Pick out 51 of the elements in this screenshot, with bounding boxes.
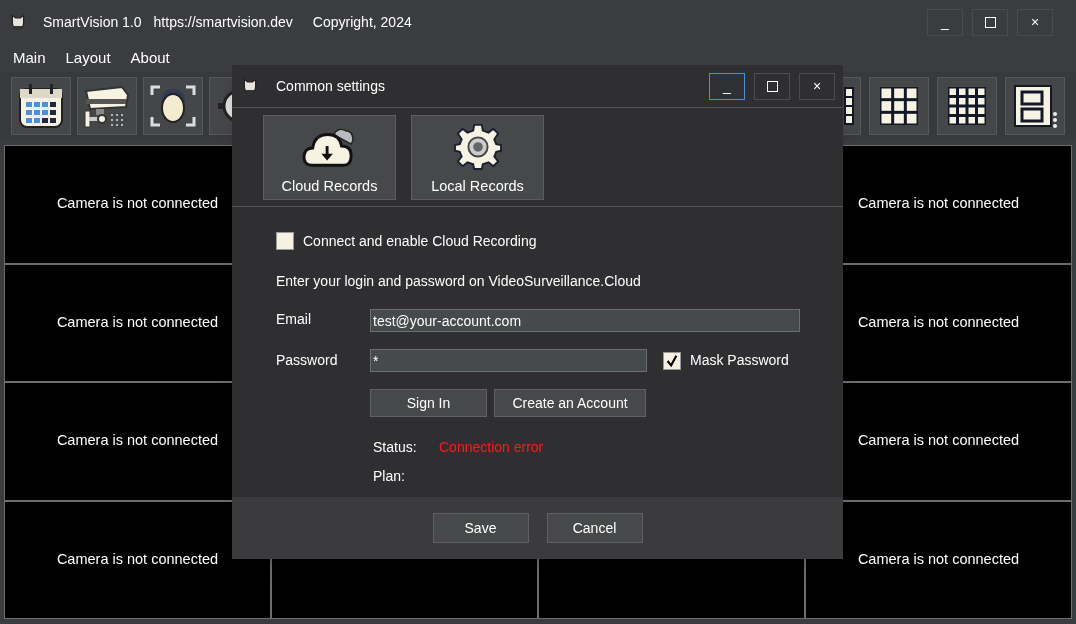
checkbox[interactable] xyxy=(663,351,681,370)
camera-button[interactable] xyxy=(77,77,137,135)
checkbox-label: Connect and enable Cloud Recording xyxy=(303,231,537,251)
status-value: Connection error xyxy=(439,438,544,457)
instructions-text: Enter your login and password on VideoSurveillance.Cloud xyxy=(276,272,641,291)
app-logo-icon xyxy=(242,77,258,95)
menu-item[interactable]: About xyxy=(120,46,180,70)
menu-item[interactable]: Main xyxy=(3,46,56,70)
create-account-button[interactable]: Create an Account xyxy=(494,389,646,417)
menu-item[interactable]: Layout xyxy=(55,46,121,70)
camera-status-text: Camera is not connected xyxy=(857,312,1020,332)
gear-icon xyxy=(453,121,502,170)
status-label: Status: xyxy=(373,438,418,457)
close-button[interactable]: × xyxy=(1017,8,1053,36)
person-button[interactable] xyxy=(143,77,203,135)
password-field[interactable]: * xyxy=(370,349,647,372)
minimize-button[interactable]: _ xyxy=(927,8,963,36)
dialog-title: Common settings xyxy=(276,76,385,96)
field-label: Email xyxy=(276,310,312,329)
copyright-text: Copyright, 2024 xyxy=(312,12,412,32)
grid-layout-icon xyxy=(844,87,854,125)
camera-status-text: Camera is not connected xyxy=(56,312,219,332)
camera-status-text: Camera is not connected xyxy=(56,194,219,214)
minimize-button[interactable]: _ xyxy=(709,72,745,100)
camera-status-text: Camera is not connected xyxy=(857,194,1020,214)
camera-status-text: Camera is not connected xyxy=(56,431,219,451)
cancel-button[interactable]: Cancel xyxy=(546,513,643,543)
save-button[interactable]: Save xyxy=(432,513,529,543)
sign-in-button[interactable]: Sign In xyxy=(370,389,487,417)
checkbox[interactable] xyxy=(276,232,294,250)
calendar-button[interactable] xyxy=(11,77,71,135)
camera-status-text: Camera is not connected xyxy=(857,431,1020,451)
calendar-icon xyxy=(16,81,66,131)
camera-status-text: Camera is not connected xyxy=(857,549,1020,569)
settings-tab[interactable]: Local Records xyxy=(411,114,544,200)
plan-label: Plan: xyxy=(373,468,405,484)
website-url: https://smartvision.dev xyxy=(153,12,293,32)
app-title: SmartVision 1.0 xyxy=(43,12,142,32)
close-button[interactable]: × xyxy=(799,72,835,100)
grid-layout-button[interactable] xyxy=(937,77,997,135)
custom-layout-button[interactable] xyxy=(1005,77,1065,135)
grid-layout-button[interactable] xyxy=(869,77,929,135)
camera-status-text: Camera is not connected xyxy=(56,549,219,569)
checkmark-icon xyxy=(665,353,679,368)
email-field[interactable]: test@your-account.com xyxy=(370,309,800,332)
settings-tab[interactable]: Cloud Records xyxy=(263,114,396,200)
maximize-button[interactable] xyxy=(972,8,1008,36)
app-logo-icon xyxy=(10,13,26,31)
checkbox-label: Mask Password xyxy=(690,351,789,370)
maximize-button[interactable] xyxy=(754,72,790,100)
field-label: Password xyxy=(276,351,339,370)
